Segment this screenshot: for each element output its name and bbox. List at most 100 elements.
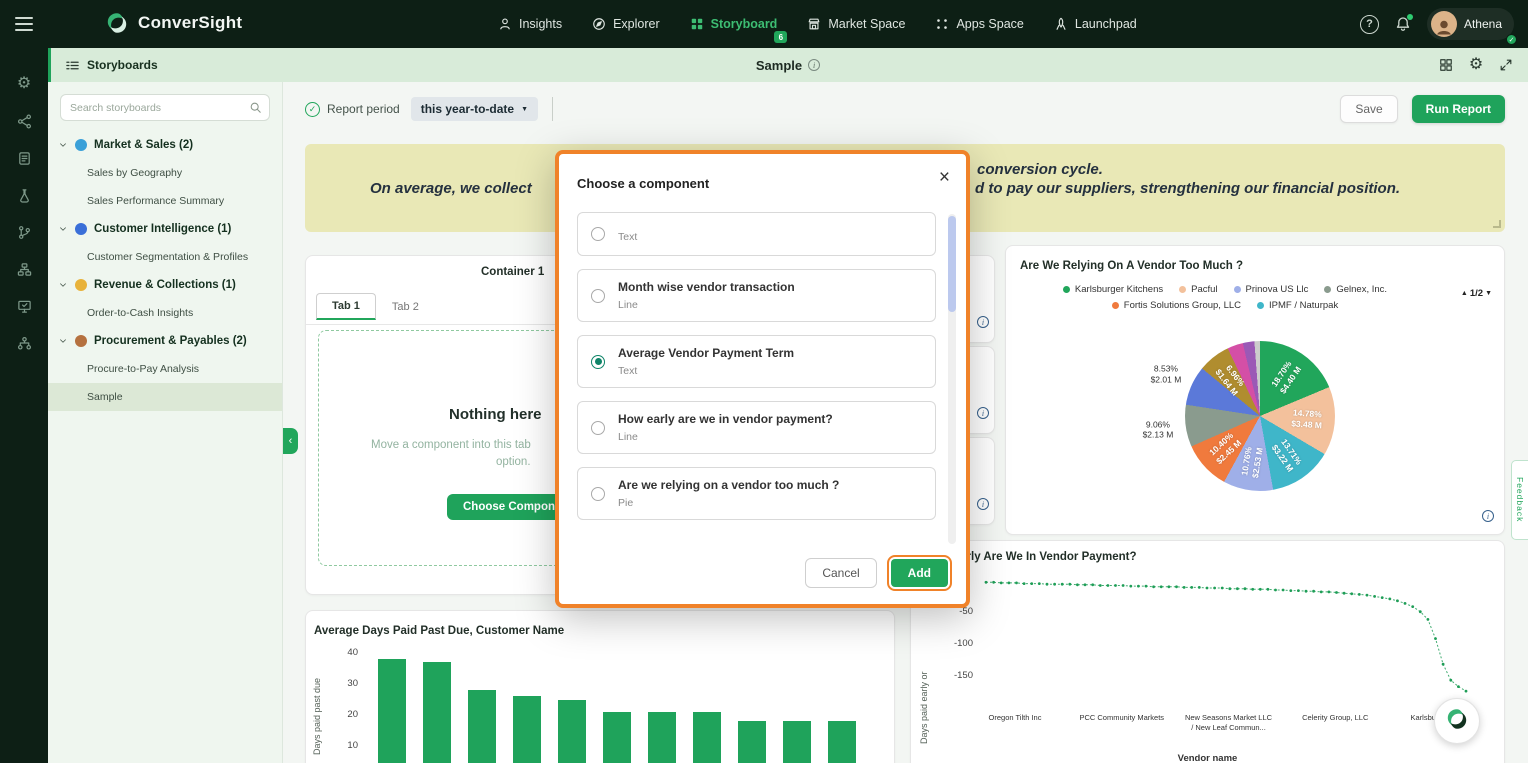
scrollbar-thumb[interactable] xyxy=(948,216,956,312)
notification-dot xyxy=(1407,14,1413,20)
gear-icon[interactable]: ⚙ xyxy=(16,76,32,92)
title-info-icon[interactable]: i xyxy=(808,59,820,71)
radio-icon[interactable] xyxy=(591,487,605,501)
sidebar-item-sales-performance-summary[interactable]: Sales Performance Summary xyxy=(48,187,282,215)
add-button[interactable]: Add xyxy=(891,559,948,587)
legend-label: Prinova US Llc xyxy=(1246,284,1309,295)
modal-footer: Cancel Add xyxy=(805,558,948,588)
bell-icon[interactable] xyxy=(1395,16,1411,32)
bar-y-tick: 10 xyxy=(334,740,358,751)
nav-item-label: Explorer xyxy=(613,17,660,31)
bar[interactable] xyxy=(783,721,811,763)
info-icon[interactable]: i xyxy=(1482,510,1494,522)
bar[interactable] xyxy=(738,721,766,763)
legend-page-down-icon[interactable]: ▼ xyxy=(1485,290,1492,297)
modal-scrollbar[interactable] xyxy=(948,214,956,544)
nav-item-storyboard[interactable]: Storyboard6 xyxy=(690,17,778,31)
legend-item-fortis-solutions-group-llc[interactable]: Fortis Solutions Group, LLC xyxy=(1112,300,1241,311)
nav-items: Insights Explorer Storyboard6 Market Space A… xyxy=(498,0,1137,48)
nav-item-launchpad[interactable]: Launchpad xyxy=(1054,17,1137,31)
bar[interactable] xyxy=(603,712,631,763)
athena-assistant-button[interactable] xyxy=(1434,698,1480,744)
legend-item-prinova-us-llc[interactable]: Prinova US Llc xyxy=(1234,284,1309,295)
legend-item-gelnex-inc[interactable]: Gelnex, Inc. xyxy=(1324,284,1387,295)
share-nodes-icon[interactable] xyxy=(16,113,32,129)
vendor-pie-chart[interactable] xyxy=(1185,341,1335,491)
sidebar-group-customer-intelligence-1[interactable]: Customer Intelligence (1) xyxy=(48,215,282,243)
pie-legend: Karlsburger Kitchens Pacful Prinova US Llc… xyxy=(1018,284,1432,311)
sidebar-item-procure-to-pay-analysis[interactable]: Procure-to-Pay Analysis xyxy=(48,355,282,383)
radio-icon[interactable] xyxy=(591,355,605,369)
bar[interactable] xyxy=(378,659,406,763)
hamburger-menu-icon[interactable] xyxy=(15,17,33,31)
bar[interactable] xyxy=(513,696,541,763)
legend-item-ipmf-naturpak[interactable]: IPMF / Naturpak xyxy=(1257,300,1338,311)
bar[interactable] xyxy=(558,700,586,763)
storyboard-search[interactable] xyxy=(60,94,270,121)
sidebar-group-procurement-payables-2[interactable]: Procurement & Payables (2) xyxy=(48,327,282,355)
form-icon[interactable] xyxy=(16,150,32,166)
expand-icon[interactable] xyxy=(1498,57,1514,73)
brand-name: ConverSight xyxy=(138,13,242,33)
feedback-label: Feedback xyxy=(1515,477,1525,522)
help-icon[interactable]: ? xyxy=(1360,15,1379,34)
user-menu[interactable]: Athena ✓ xyxy=(1427,8,1514,40)
bar[interactable] xyxy=(648,712,676,763)
gear-icon[interactable]: ⚙ xyxy=(1468,57,1484,73)
info-icon[interactable]: i xyxy=(977,407,989,419)
component-option-text[interactable]: Text xyxy=(577,212,936,256)
bar-plot-area[interactable] xyxy=(364,646,889,763)
component-option-month-wise-vendor-transaction[interactable]: Month wise vendor transactionLine xyxy=(577,269,936,322)
empty-state-line1: Move a component into this tab xyxy=(371,439,531,451)
flask-icon[interactable] xyxy=(16,187,32,203)
run-report-button[interactable]: Run Report xyxy=(1412,95,1505,123)
cancel-button[interactable]: Cancel xyxy=(805,558,876,588)
hierarchy-icon[interactable] xyxy=(16,261,32,277)
bar[interactable] xyxy=(693,712,721,763)
sidebar-item-customer-segmentation-profiles[interactable]: Customer Segmentation & Profiles xyxy=(48,243,282,271)
bar-y-axis-label: Days paid past due xyxy=(312,651,322,763)
save-button[interactable]: Save xyxy=(1340,95,1397,123)
info-icon[interactable]: i xyxy=(977,316,989,328)
sidebar-group-market-sales-2[interactable]: Market & Sales (2) xyxy=(48,131,282,159)
bar[interactable] xyxy=(828,721,856,763)
nav-item-explorer[interactable]: Explorer xyxy=(592,17,660,31)
sidebar-item-order-to-cash-insights[interactable]: Order-to-Cash Insights xyxy=(48,299,282,327)
report-period-select[interactable]: this year-to-date ▼ xyxy=(411,97,538,121)
radio-icon[interactable] xyxy=(591,227,605,241)
org-chart-icon[interactable] xyxy=(16,335,32,351)
info-icon[interactable]: i xyxy=(977,498,989,510)
sidebar-item-sales-by-geography[interactable]: Sales by Geography xyxy=(48,159,282,187)
group-label: Market & Sales (2) xyxy=(94,139,193,151)
legend-label: IPMF / Naturpak xyxy=(1269,300,1338,311)
close-icon[interactable]: × xyxy=(939,168,950,187)
nav-item-market-space[interactable]: Market Space xyxy=(807,17,905,31)
sidebar-item-sample[interactable]: Sample xyxy=(48,383,282,411)
chevron-down-icon xyxy=(58,140,68,150)
sidebar-group-revenue-collections-1[interactable]: Revenue & Collections (1) xyxy=(48,271,282,299)
tab-tab-2[interactable]: Tab 2 xyxy=(376,294,435,320)
legend-page-up-icon[interactable]: ▲ xyxy=(1461,290,1468,297)
nav-item-label: Market Space xyxy=(828,17,905,31)
bar[interactable] xyxy=(468,690,496,763)
nav-item-apps-space[interactable]: Apps Space xyxy=(935,17,1023,31)
radio-icon[interactable] xyxy=(591,421,605,435)
legend-item-karlsburger-kitchens[interactable]: Karlsburger Kitchens xyxy=(1063,284,1163,295)
line-y-tick: -150 xyxy=(939,670,973,681)
feedback-tab[interactable]: Feedback xyxy=(1511,460,1528,540)
legend-item-pacful[interactable]: Pacful xyxy=(1179,284,1217,295)
bar[interactable] xyxy=(423,662,451,763)
resize-handle[interactable] xyxy=(1493,220,1501,228)
search-input[interactable] xyxy=(70,102,243,114)
monitor-check-icon[interactable] xyxy=(16,298,32,314)
sidebar-collapse-handle[interactable]: ‹ xyxy=(283,428,298,454)
git-branch-icon[interactable] xyxy=(16,224,32,240)
component-option-how-early-are-we-in-vendor-payment[interactable]: How early are we in vendor payment?Line xyxy=(577,401,936,454)
radio-icon[interactable] xyxy=(591,289,605,303)
component-option-are-we-relying-on-a-vendor-too-much[interactable]: Are we relying on a vendor too much ?Pie xyxy=(577,467,936,520)
nav-item-insights[interactable]: Insights xyxy=(498,17,562,31)
tab-tab-1[interactable]: Tab 1 xyxy=(316,293,376,320)
brand[interactable]: ConverSight xyxy=(104,10,242,36)
grid-icon[interactable] xyxy=(1438,57,1454,73)
component-option-average-vendor-payment-term[interactable]: Average Vendor Payment TermText xyxy=(577,335,936,388)
